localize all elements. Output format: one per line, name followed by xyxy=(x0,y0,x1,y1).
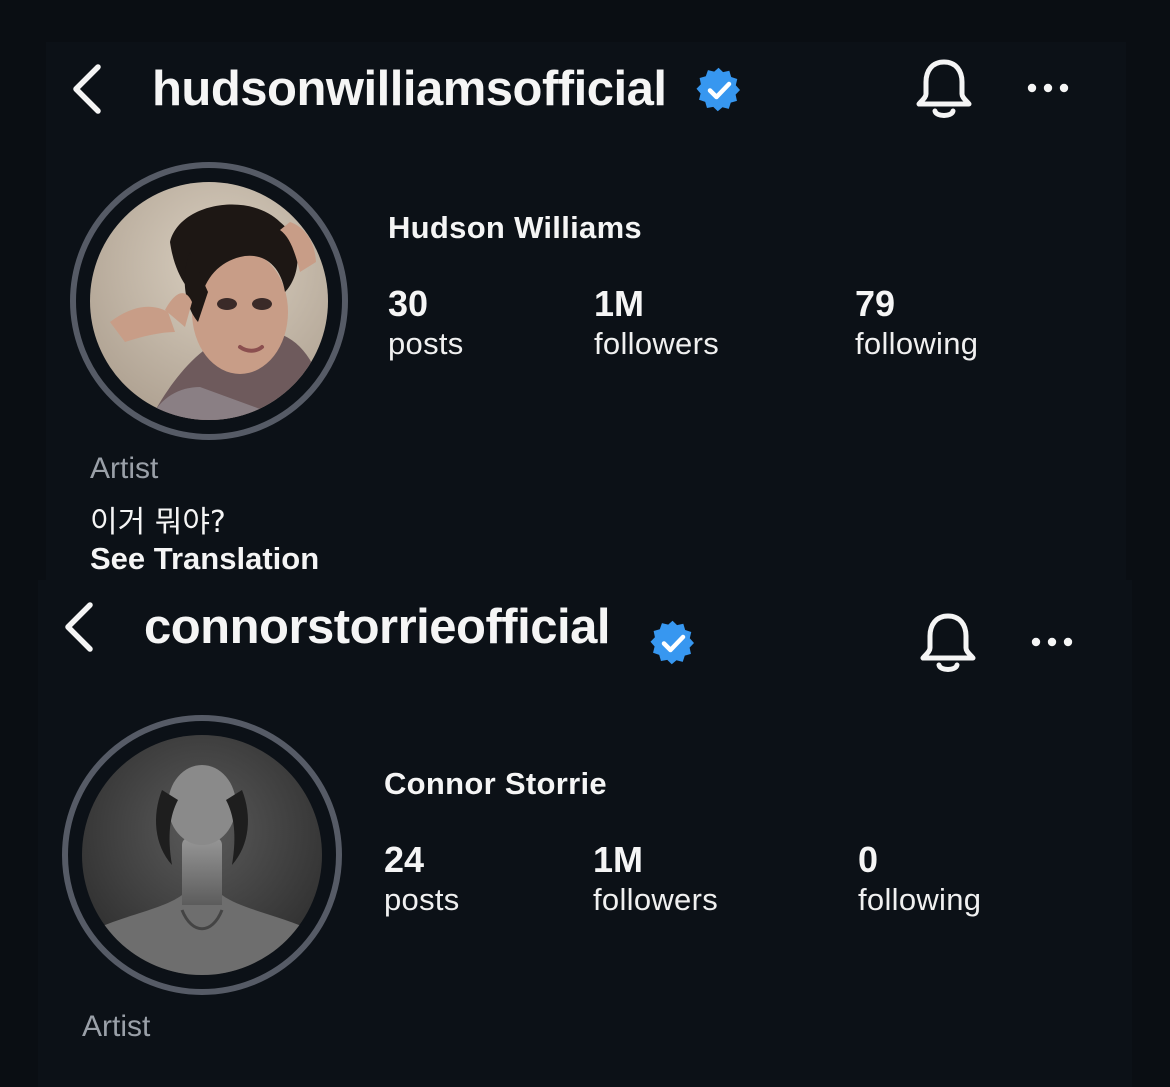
profile-category: Artist xyxy=(82,1010,151,1043)
stat-following-label: following xyxy=(858,882,982,917)
verified-badge-icon xyxy=(696,67,742,113)
profile-header-hudson: hudsonwilliamsofficial Hudson Williams 3… xyxy=(46,42,1126,582)
avatar-ring[interactable] xyxy=(70,162,348,440)
avatar-ring[interactable] xyxy=(62,715,342,995)
profile-username: hudsonwilliamsofficial xyxy=(152,62,667,116)
verified-badge-icon xyxy=(650,620,696,666)
more-options-icon[interactable] xyxy=(1026,78,1070,98)
profile-full-name: Connor Storrie xyxy=(384,766,607,801)
stat-followers[interactable]: 1M followers xyxy=(594,283,719,363)
profile-username: connorstorrieofficial xyxy=(144,600,610,654)
stat-posts-label: posts xyxy=(384,882,460,917)
stat-following[interactable]: 0 following xyxy=(858,839,981,919)
stat-followers-label: followers xyxy=(593,882,719,917)
stat-followers[interactable]: 1M followers xyxy=(593,839,718,919)
screenshot-composite: hudsonwilliamsofficial Hudson Williams 3… xyxy=(0,0,1170,1087)
back-chevron-icon[interactable] xyxy=(70,63,104,115)
stat-followers-label: followers xyxy=(594,326,720,361)
stat-followers-count: 1M xyxy=(594,283,645,324)
stat-posts-count: 30 xyxy=(388,283,429,324)
avatar[interactable] xyxy=(90,182,328,420)
stat-posts[interactable]: 30 posts xyxy=(388,283,464,363)
profile-full-name: Hudson Williams xyxy=(388,210,642,245)
see-translation-link[interactable]: See Translation xyxy=(90,541,319,577)
profile-bio: 이거 뭐야? xyxy=(90,505,226,540)
stat-posts-count: 24 xyxy=(384,839,425,880)
back-chevron-icon[interactable] xyxy=(62,601,96,653)
stat-posts[interactable]: 24 posts xyxy=(384,839,460,919)
notifications-bell-icon[interactable] xyxy=(914,56,974,122)
stat-posts-label: posts xyxy=(388,326,464,361)
avatar[interactable] xyxy=(82,735,322,975)
more-options-icon[interactable] xyxy=(1030,632,1074,652)
stat-followers-count: 1M xyxy=(593,839,644,880)
stat-following-label: following xyxy=(855,326,979,361)
stat-following-count: 79 xyxy=(855,283,896,324)
notifications-bell-icon[interactable] xyxy=(918,610,978,676)
profile-header-connor: connorstorrieofficial Connor Storrie 24 … xyxy=(38,580,1132,1087)
stat-following-count: 0 xyxy=(858,839,879,880)
stat-following[interactable]: 79 following xyxy=(855,283,978,363)
profile-category: Artist xyxy=(90,452,159,485)
